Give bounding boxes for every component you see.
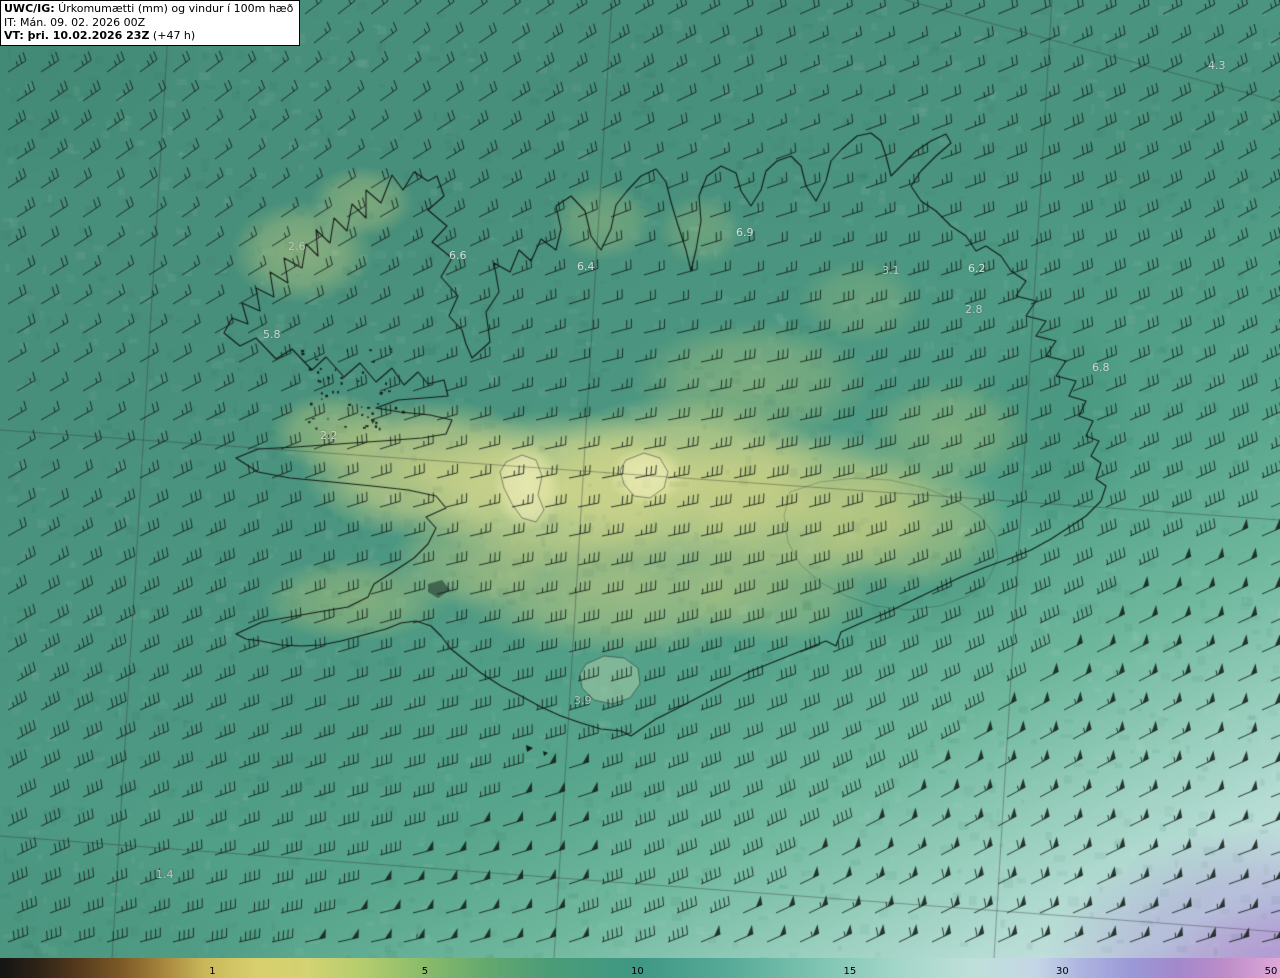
colorbar-tick-label: 1	[209, 966, 216, 977]
colorbar-tick-label: 10	[631, 966, 644, 977]
init-time-line: IT: Mán. 09. 02. 2026 00Z	[4, 15, 146, 29]
valid-offset: (+47 h)	[149, 29, 196, 42]
precipitation-colorbar: 1 5 10 15 30 50	[0, 958, 1280, 978]
title-line: UWC/IG: Úrkomumætti (mm) og vindur í 100…	[4, 2, 293, 16]
colorbar-tick-label: 15	[843, 966, 857, 977]
colorbar-tick-label: 5	[421, 966, 429, 977]
title-box: UWC/IG: Úrkomumætti (mm) og vindur í 100…	[0, 0, 301, 46]
valid-time-line: VT: þri. 10.02.2026 23Z (+47 h)	[4, 29, 293, 43]
precipitation-wind-map-canvas	[0, 0, 1280, 958]
map-title: Úrkomumætti (mm) og vindur í 100m hæð	[54, 2, 294, 15]
weather-map-stage: 4.3 2.6 6.9 6.6 6.4 3.1 6.2 2.8 5.8 6.8 2.2 3.9 1.4 …	[0, 0, 1280, 978]
colorbar-tick-label: 30	[1056, 966, 1069, 977]
model-label: UWC/IG:	[4, 2, 55, 15]
colorbar-tick-label: 50	[1264, 966, 1278, 977]
valid-time: VT: þri. 10.02.2026 23Z	[4, 29, 150, 42]
